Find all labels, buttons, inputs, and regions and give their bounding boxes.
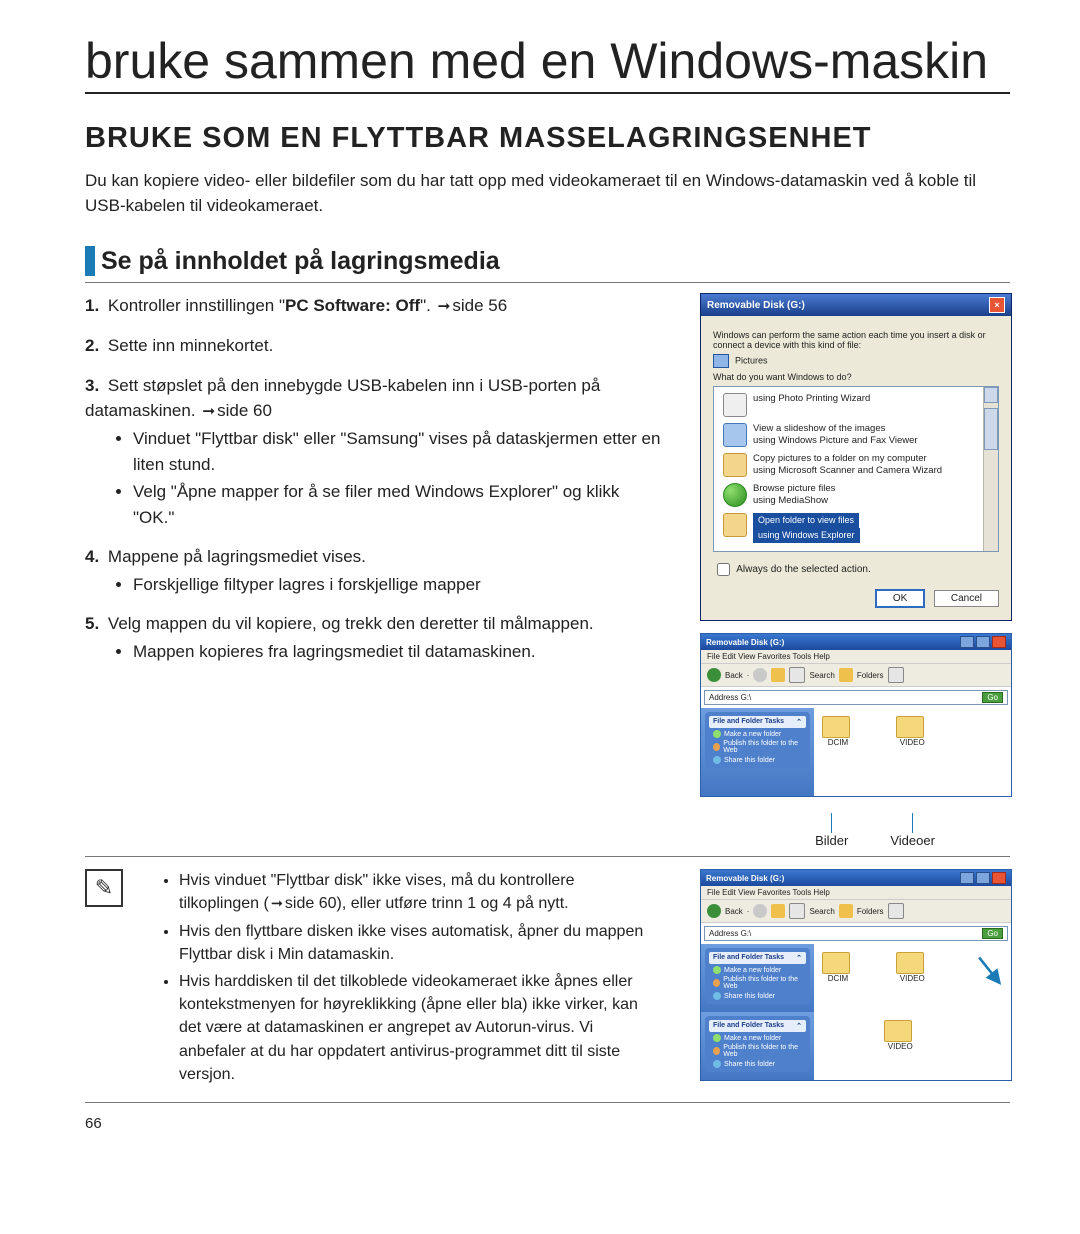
intro-paragraph: Du kan kopiere video- eller bildefiler s… [85,169,1010,218]
action-option[interactable]: View a slideshow of the imagesusing Wind… [717,420,995,450]
search-icon[interactable] [789,667,805,683]
folder-video[interactable]: VIDEO [896,952,928,983]
sidebar-task[interactable]: Share this folder [709,1058,806,1068]
scroll-up-icon[interactable] [984,387,998,403]
sidebar-task[interactable]: Make a new folder [709,728,806,738]
folder-video[interactable]: VIDEO [896,716,928,747]
step-1: 1. Kontroller innstillingen "PC Software… [85,293,664,319]
window-controls[interactable] [960,636,1006,648]
action-option[interactable]: Copy pictures to a folder on my computer… [717,450,995,480]
picture-icon [713,354,729,368]
page-number: 66 [85,1115,1010,1132]
sidebar-task[interactable]: Share this folder [709,990,806,1000]
camera-icon [723,453,747,477]
action-option-selected[interactable]: Open folder to view files using Windows … [717,510,995,546]
folder-dcim[interactable]: DCIM [822,952,854,983]
page-ref-arrow-icon [269,895,285,912]
printer-icon [723,393,747,417]
explorer-window-1: Removable Disk (G:) File Edit View Favor… [700,633,1012,797]
tasks-sidebar: File and Folder Tasks⌃ Make a new folder… [701,708,814,796]
drag-arrow-icon [974,954,1008,988]
action-listbox[interactable]: using Photo Printing Wizard View a slide… [713,386,999,552]
always-checkbox-row[interactable]: Always do the selected action. [713,560,999,579]
cancel-button[interactable]: Cancel [934,590,999,607]
address-bar[interactable]: Address G:\ Go [704,926,1008,941]
sidebar-task[interactable]: Publish this folder to the Web [709,974,806,990]
menu-bar[interactable]: File Edit View Favorites Tools Help [701,650,1011,664]
note-icon: ✎ [85,869,123,907]
scroll-thumb[interactable] [984,408,998,450]
page-title: bruke sammen med en Windows-maskin [85,32,1010,94]
window-title: Removable Disk (G:) [706,874,784,883]
removable-disk-dialog: Removable Disk (G:) × Windows can perfor… [700,293,1012,621]
forward-icon[interactable] [753,668,767,682]
step-5: 5. Velg mappen du vil kopiere, og trekk … [85,611,664,664]
close-icon[interactable] [992,636,1006,648]
accent-bar [85,246,95,276]
dialog-question: What do you want Windows to do? [713,372,999,382]
sidebar-task[interactable]: Publish this folder to the Web [709,1042,806,1058]
sidebar-task[interactable]: Publish this folder to the Web [709,738,806,754]
go-button[interactable]: Go [982,692,1003,703]
dialog-prompt: Windows can perform the same action each… [713,330,999,350]
views-icon[interactable] [888,667,904,683]
tasks-sidebar: File and Folder Tasks⌃ Make a new folder… [701,944,814,1012]
folders-icon[interactable] [839,668,853,682]
step-3: 3. Sett støpslet på den innebygde USB-ka… [85,373,664,530]
section-heading: BRUKE SOM EN FLYTTBAR MASSELAGRINGSENHET [85,122,1010,155]
folder-icon [884,1020,912,1042]
up-icon[interactable] [771,904,785,918]
folder-captions: Bilder Videoer [700,813,1010,848]
subsection-header: Se på innholdet på lagringsmedia [85,246,1010,283]
dialog-title: Removable Disk (G:) [707,300,805,311]
go-button[interactable]: Go [982,928,1003,939]
step-2: 2. Sette inn minnekortet. [85,333,664,359]
page-ref-arrow-icon [200,401,217,420]
sidebar-task[interactable]: Make a new folder [709,1032,806,1042]
address-bar[interactable]: Address G:\ Go [704,690,1008,705]
views-icon[interactable] [888,903,904,919]
search-icon[interactable] [789,903,805,919]
scrollbar[interactable] [983,387,998,551]
back-icon[interactable] [707,904,721,918]
folder-icon [822,716,850,738]
sidebar-task[interactable]: Share this folder [709,754,806,764]
folder-video-copy[interactable]: VIDEO [884,1020,916,1051]
step-4: 4. Mappene på lagringsmediet vises. Fors… [85,544,664,597]
folder-icon [822,952,850,974]
note-text: Hvis vinduet "Flyttbar disk" ikke vises,… [135,869,688,1090]
sidebar-task[interactable]: Make a new folder [709,964,806,974]
slideshow-icon [723,423,747,447]
action-option[interactable]: Browse picture filesusing MediaShow [717,480,995,510]
ok-button[interactable]: OK [875,589,925,608]
folder-icon [723,513,747,537]
close-icon[interactable]: × [989,297,1005,313]
explorer-window-2: Removable Disk (G:) File Edit View Favor… [700,869,1012,1081]
menu-bar[interactable]: File Edit View Favorites Tools Help [701,886,1011,900]
tasks-sidebar: File and Folder Tasks⌃ Make a new folder… [701,1012,814,1080]
folder-dcim[interactable]: DCIM [822,716,854,747]
mediashow-icon [723,483,747,507]
window-controls[interactable] [960,872,1006,884]
folder-icon [896,952,924,974]
close-icon[interactable] [992,872,1006,884]
back-icon[interactable] [707,668,721,682]
folder-icon [896,716,924,738]
folders-icon[interactable] [839,904,853,918]
forward-icon[interactable] [753,904,767,918]
toolbar[interactable]: Back · Search Folders [701,664,1011,687]
action-option[interactable]: using Photo Printing Wizard [717,390,995,420]
page-ref-arrow-icon [436,296,453,315]
always-checkbox[interactable] [717,563,730,576]
window-title: Removable Disk (G:) [706,638,784,647]
subsection-title: Se på innholdet på lagringsmedia [101,247,500,276]
toolbar[interactable]: Back · Search Folders [701,900,1011,923]
up-icon[interactable] [771,668,785,682]
